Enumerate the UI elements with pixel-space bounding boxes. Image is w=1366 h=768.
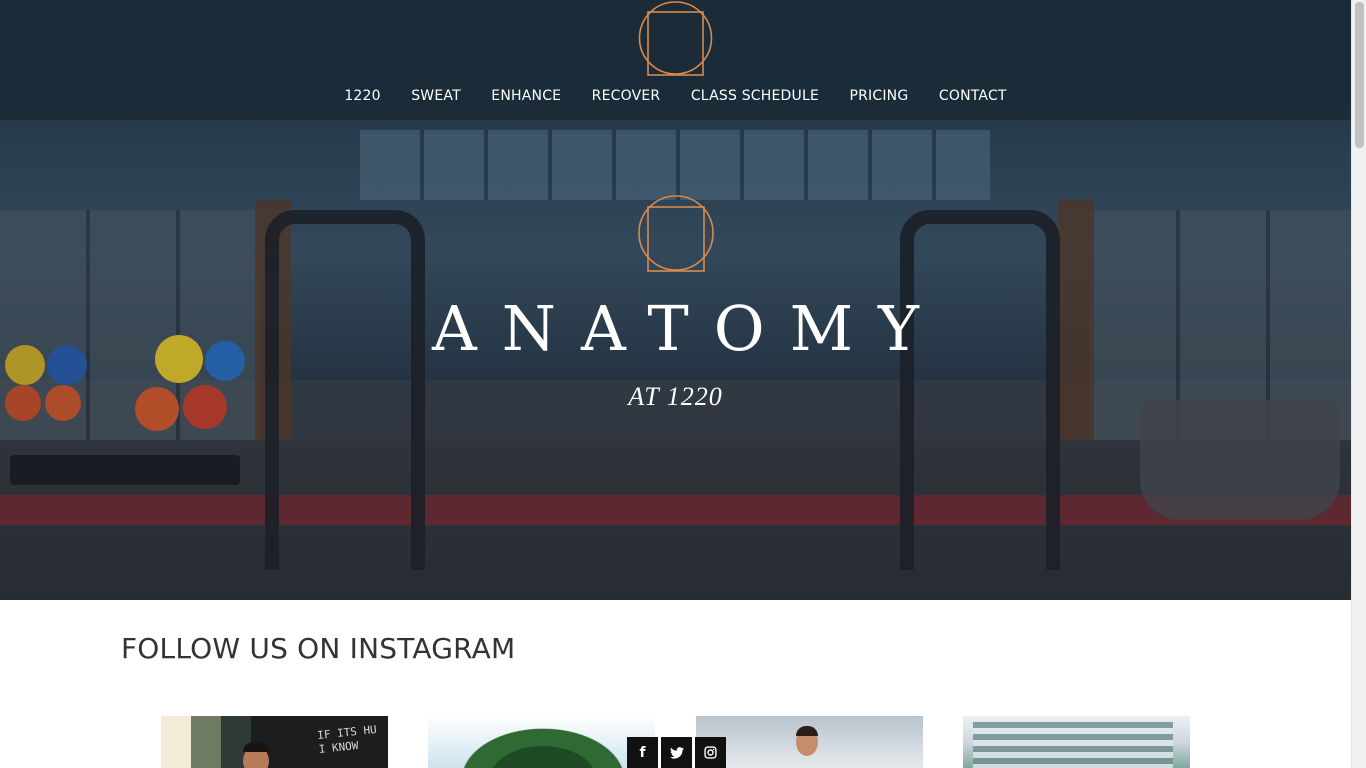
square-in-circle-logo-icon [638,195,714,272]
facebook-icon[interactable]: f [627,737,658,768]
instagram-section-title: FOLLOW US ON INSTAGRAM [121,632,516,665]
nav-item-pricing[interactable]: PRICING [849,86,908,106]
nav-item-class-schedule[interactable]: CLASS SCHEDULE [691,86,819,106]
instagram-post-3[interactable] [696,716,923,768]
nav-item-recover[interactable]: RECOVER [592,86,661,106]
instagram-post-1[interactable]: IF ITS HU I KNOW [161,716,388,768]
brand-title: ANATOMY [431,292,944,365]
scrollbar-thumb[interactable] [1355,2,1364,148]
site-header: 1220 SWEAT ENHANCE RECOVER CLASS SCHEDUL… [0,0,1351,120]
nav-item-enhance[interactable]: ENHANCE [491,86,561,106]
twitter-icon[interactable] [661,737,692,768]
chalkboard-text: IF ITS HU I KNOW [317,722,378,757]
nav-item-sweat[interactable]: SWEAT [411,86,461,106]
social-share-bar: f [627,737,726,768]
main-nav: 1220 SWEAT ENHANCE RECOVER CLASS SCHEDUL… [0,86,1351,106]
page-scrollbar[interactable] [1351,0,1366,768]
brand-subtitle: AT 1220 [628,382,723,411]
instagram-post-4[interactable] [963,716,1190,768]
instagram-post-2[interactable] [428,716,655,768]
square-in-circle-logo-icon[interactable] [638,0,713,76]
instagram-icon[interactable] [695,737,726,768]
nav-item-contact[interactable]: CONTACT [939,86,1007,106]
nav-item-1220[interactable]: 1220 [344,86,380,106]
